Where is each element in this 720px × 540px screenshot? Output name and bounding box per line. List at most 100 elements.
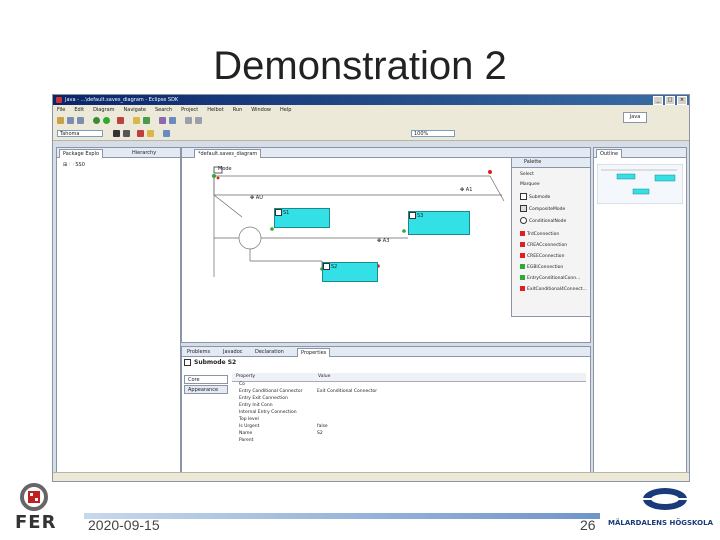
line-color-icon[interactable] — [163, 130, 170, 137]
maximize-button[interactable]: □ — [665, 96, 675, 105]
menu-edit[interactable]: Edit — [74, 107, 84, 113]
submode-icon — [184, 359, 191, 366]
print-icon[interactable] — [77, 117, 84, 124]
save-icon[interactable] — [67, 117, 74, 124]
table-row[interactable]: Co — [239, 382, 245, 387]
eclipse-icon — [56, 97, 62, 103]
zoom-select[interactable]: 100% — [411, 130, 455, 137]
page-number: 26 — [580, 517, 596, 533]
new-icon[interactable] — [57, 117, 64, 124]
close-button[interactable]: × — [677, 96, 687, 105]
menu-file[interactable]: File — [57, 107, 65, 113]
tab-hierarchy[interactable]: Hierarchy — [129, 149, 159, 157]
run-icon[interactable] — [103, 117, 110, 124]
tab-javadoc[interactable]: Javadoc — [220, 348, 246, 356]
node-marker-s2 — [323, 263, 330, 270]
table-row[interactable]: Entry Conditional Connector — [239, 389, 303, 394]
column-value: Value — [318, 374, 331, 379]
package-explorer-panel: Package Explo Hierarchy ⊞ 🗀 SS0 — [56, 147, 181, 473]
node-label-s2: S2 — [331, 264, 338, 270]
menu-search[interactable]: Search — [155, 107, 172, 113]
palette-item-creacconnection[interactable]: CREACconnection — [520, 242, 567, 248]
forward-icon[interactable] — [195, 117, 202, 124]
fill-color-icon[interactable] — [147, 130, 154, 137]
fer-logo-text: FER — [15, 512, 57, 533]
palette-panel: Palette Select Marquee Submode Composite… — [511, 157, 591, 317]
menu-run[interactable]: Run — [233, 107, 243, 113]
outline-panel: Outline — [593, 147, 687, 473]
side-tab-core[interactable]: Core — [184, 375, 228, 384]
palette-item-egbiconnection[interactable]: EGBIConnection — [520, 264, 563, 270]
palette-item-select[interactable]: Select — [520, 172, 534, 177]
palette-item-exitconditional[interactable]: ExitConditional4Connect... — [520, 286, 587, 292]
table-cell-value[interactable]: S2 — [317, 431, 323, 436]
table-row[interactable]: Name — [239, 431, 252, 436]
label-au: ✤ AU — [250, 195, 263, 201]
palette-item-marquee[interactable]: Marquee — [520, 182, 540, 187]
table-cell-value[interactable]: Exit Conditional Connector — [317, 389, 377, 394]
menu-helbot[interactable]: Helbot — [207, 107, 223, 113]
properties-table-header: Property Value — [232, 373, 586, 382]
external-tools-icon[interactable] — [117, 117, 124, 124]
outline-thumbnail[interactable] — [597, 164, 683, 204]
search-icon[interactable] — [169, 117, 176, 124]
tab-declaration[interactable]: Declaration — [252, 348, 287, 356]
menu-project[interactable]: Project — [181, 107, 198, 113]
column-property: Property — [236, 374, 256, 379]
mdh-logo-text: MÄLARDALENS HÖGSKOLA — [608, 519, 713, 527]
conditional-node — [238, 226, 262, 250]
bold-icon[interactable] — [113, 130, 120, 137]
table-cell-value[interactable]: false — [317, 424, 328, 429]
side-tab-appearance[interactable]: Appearance — [184, 385, 228, 394]
menu-navigate[interactable]: Navigate — [124, 107, 146, 113]
java-perspective-button[interactable]: Java — [623, 112, 647, 123]
palette-item-submode[interactable]: Submode — [520, 193, 550, 200]
menu-window[interactable]: Window — [251, 107, 271, 113]
conditionalnode-icon — [520, 217, 527, 224]
mode-label: Mode — [218, 166, 232, 172]
tab-problems[interactable]: Problems — [184, 348, 213, 356]
tab-outline[interactable]: Outline — [596, 149, 623, 158]
palette-title: Palette — [512, 158, 590, 168]
status-bar — [53, 472, 689, 481]
font-color-icon[interactable] — [137, 130, 144, 137]
open-type-icon[interactable] — [159, 117, 166, 124]
font-select[interactable]: Tahoma — [57, 130, 103, 137]
menu-diagram[interactable]: Diagram — [93, 107, 114, 113]
eclipse-screenshot: Java - ...\default.saves_diagram - Eclip… — [52, 94, 690, 482]
footer-bar — [84, 513, 600, 519]
new-package-icon[interactable] — [133, 117, 140, 124]
node-marker-s1 — [275, 209, 282, 216]
back-icon[interactable] — [185, 117, 192, 124]
tree-item-project[interactable]: ⊞ 🗀 SS0 — [63, 162, 85, 170]
main-toolbar: Java — [53, 112, 689, 129]
table-row[interactable]: Top level — [239, 417, 259, 422]
slide-title: Demonstration 2 — [213, 44, 507, 88]
menu-help[interactable]: Help — [280, 107, 291, 113]
connection-icon — [520, 286, 525, 291]
table-row[interactable]: Internal Entry Connection — [239, 410, 297, 415]
palette-item-compositemode[interactable]: CompositeMode — [520, 205, 565, 212]
window-title: Java - ...\default.saves_diagram - Eclip… — [65, 97, 179, 103]
submode-node-s1[interactable]: S1 — [274, 208, 330, 228]
node-label-s3: S3 — [417, 213, 424, 219]
submode-node-s3[interactable]: S3 — [408, 211, 470, 235]
table-row[interactable]: Entry Init Conn — [239, 403, 273, 408]
minimize-button[interactable]: _ — [653, 96, 663, 105]
tab-properties[interactable]: Properties — [297, 348, 331, 357]
table-row[interactable]: Is Urgent — [239, 424, 259, 429]
palette-item-trdconnection[interactable]: TrdConnection — [520, 231, 559, 237]
new-class-icon[interactable] — [143, 117, 150, 124]
table-row[interactable]: Entry Exit Connection — [239, 396, 288, 401]
debug-icon[interactable] — [93, 117, 100, 124]
fer-logo-icon — [20, 483, 48, 511]
connection-icon — [520, 275, 525, 280]
submode-node-s2[interactable]: S2 — [322, 262, 378, 282]
palette-item-conditionalnode[interactable]: ConditionalNode — [520, 217, 566, 224]
table-row[interactable]: Parent — [239, 438, 253, 443]
palette-item-creeconnection[interactable]: CREEConnection — [520, 253, 564, 259]
properties-header: Submode S2 — [184, 359, 236, 366]
tab-package-explorer[interactable]: Package Explo — [59, 149, 104, 158]
palette-item-entryconditional[interactable]: EntryConditionalConn... — [520, 275, 580, 281]
italic-icon[interactable] — [123, 130, 130, 137]
